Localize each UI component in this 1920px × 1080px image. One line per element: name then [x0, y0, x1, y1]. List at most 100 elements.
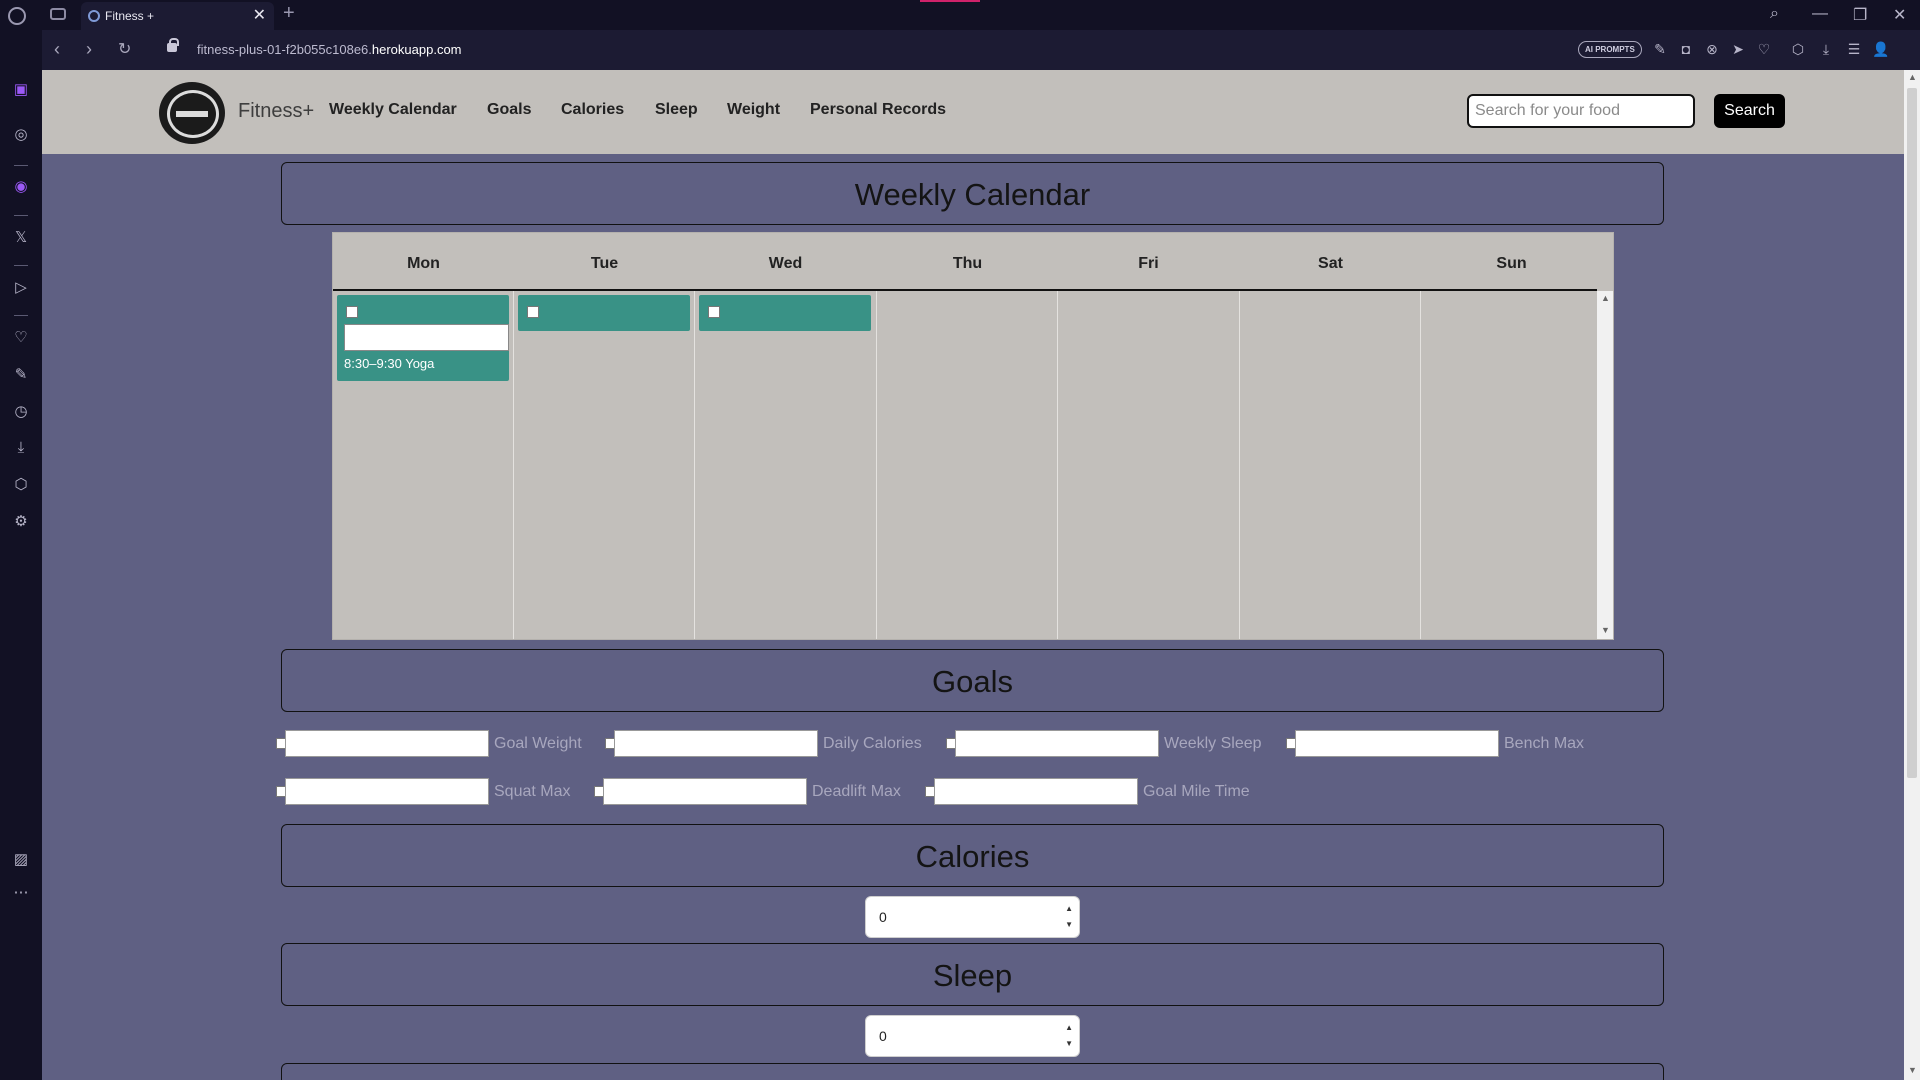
day-column-tue[interactable]	[514, 291, 695, 639]
calendar-scrollbar[interactable]: ▲ ▼	[1597, 291, 1613, 639]
nav-sleep[interactable]: Sleep	[655, 101, 698, 119]
day-column-sun[interactable]	[1421, 291, 1597, 639]
day-header-sun: Sun	[1496, 255, 1527, 272]
nav-goals[interactable]: Goals	[487, 101, 531, 119]
ai-prompts-badge[interactable]: AI PROMPTS	[1578, 41, 1642, 58]
day-header-mon: Mon	[407, 255, 440, 272]
settings-icon[interactable]: ⚙	[11, 512, 31, 532]
fitness-logo-icon[interactable]	[159, 82, 225, 144]
scroll-down-icon[interactable]: ▼	[1601, 625, 1610, 635]
calories-header: Calories	[281, 824, 1664, 887]
event-checkbox[interactable]	[708, 306, 720, 318]
goal-input[interactable]	[285, 730, 489, 757]
calories-value: 0	[879, 909, 887, 925]
goal-label: Goal Weight	[494, 735, 582, 752]
calories-title: Calories	[915, 839, 1030, 874]
goal-input[interactable]	[285, 778, 489, 805]
weekly-calendar-title: Weekly Calendar	[854, 177, 1091, 212]
browser-sidebar: ▣ ◎ ◉ 𝕏 ▷ ♡ ✎ ◷ ⤓ ⬡ ⚙ ▨ ⋯	[0, 30, 42, 1080]
url-prefix: fitness-plus-01-f2b055c108e6.	[197, 42, 372, 57]
tab-close-icon[interactable]: ✕	[253, 2, 266, 30]
restore-icon[interactable]: ❐	[1853, 5, 1867, 25]
send-icon[interactable]: ➤	[1730, 41, 1746, 57]
sleep-header: Sleep	[281, 943, 1664, 1006]
new-tab-button[interactable]: +	[283, 2, 295, 25]
window-close-icon[interactable]: ✕	[1893, 5, 1906, 25]
nav-weekly-calendar[interactable]: Weekly Calendar	[329, 101, 457, 119]
tab-overview-icon[interactable]	[50, 8, 66, 20]
more-icon[interactable]: ⋯	[11, 883, 31, 903]
brand-name[interactable]: Fitness+	[238, 100, 314, 123]
favorites-icon[interactable]: ♡	[11, 328, 31, 348]
event-checkbox[interactable]	[346, 306, 358, 318]
scroll-up-icon[interactable]: ▲	[1908, 72, 1917, 82]
spinner-icon[interactable]: ▲ ▼	[1065, 1020, 1073, 1052]
heart-icon[interactable]: ♡	[1756, 41, 1772, 57]
downloads-icon[interactable]: ⤓	[11, 438, 31, 458]
scroll-up-icon[interactable]: ▲	[1601, 293, 1610, 303]
day-column-sat[interactable]	[1240, 291, 1421, 639]
page-scrollbar[interactable]: ▲ ▼	[1904, 70, 1920, 1080]
goal-input[interactable]	[603, 778, 807, 805]
day-column-wed[interactable]	[695, 291, 877, 639]
cs-icon[interactable]: ◉	[11, 177, 31, 197]
forward-icon[interactable]: ›	[86, 39, 92, 60]
goal-input[interactable]	[614, 730, 818, 757]
goal-label: Bench Max	[1504, 735, 1585, 752]
reload-icon[interactable]: ↻	[118, 39, 131, 59]
block-icon[interactable]: ⊗	[1704, 41, 1720, 57]
download-icon[interactable]: ⤓	[1818, 41, 1834, 57]
goal-label: Daily Calories	[823, 735, 922, 752]
search-button[interactable]: Search	[1714, 94, 1785, 128]
cube-icon[interactable]: ⬡	[1790, 41, 1806, 57]
minimize-icon[interactable]: —	[1812, 5, 1828, 23]
player-icon[interactable]: ▷	[11, 278, 31, 298]
browser-tab-bar: Fitness + ✕ + ⌕ — ❐ ✕	[0, 0, 1920, 30]
day-column-fri[interactable]	[1058, 291, 1240, 639]
goal-input[interactable]	[934, 778, 1138, 805]
nav-personal-records[interactable]: Personal Records	[810, 101, 946, 119]
nav-calories[interactable]: Calories	[561, 101, 624, 119]
lock-icon[interactable]	[167, 38, 179, 52]
nav-weight[interactable]: Weight	[727, 101, 780, 119]
food-search-input[interactable]	[1467, 94, 1695, 128]
goal-input[interactable]	[1295, 730, 1499, 757]
x-icon[interactable]: 𝕏	[11, 228, 31, 248]
sidebar-divider	[14, 265, 28, 266]
event-title-input[interactable]	[344, 324, 509, 351]
scrollbar-thumb[interactable]	[1907, 88, 1917, 778]
day-column-thu[interactable]	[877, 291, 1058, 639]
goal-label: Weekly Sleep	[1164, 735, 1262, 752]
weekly-calendar-header: Weekly Calendar	[281, 162, 1664, 225]
browser-logo-icon[interactable]	[8, 7, 26, 25]
menu-icon[interactable]: ☰	[1846, 41, 1862, 57]
event-mon[interactable]: 8:30–9:30 Yoga	[337, 295, 509, 381]
twitch-icon[interactable]: ▣	[11, 80, 31, 100]
url-field[interactable]: fitness-plus-01-f2b055c108e6.herokuapp.c…	[197, 42, 462, 57]
edit-icon[interactable]: ✎	[1652, 41, 1668, 57]
gallery-icon[interactable]: ▨	[11, 850, 31, 870]
event-tue[interactable]	[518, 295, 690, 331]
profile-icon[interactable]: 👤	[1872, 41, 1889, 57]
event-checkbox[interactable]	[527, 306, 539, 318]
back-icon[interactable]: ‹	[54, 39, 60, 60]
spinner-icon[interactable]: ▲ ▼	[1065, 901, 1073, 933]
camera-icon[interactable]: ◘	[1678, 41, 1694, 57]
weekly-calendar: Mon Tue Wed Thu Fri Sat Sun 8:30–9:30 Yo…	[333, 233, 1613, 639]
tab-title: Fitness +	[105, 9, 155, 23]
sleep-input[interactable]: 0 ▲ ▼	[865, 1015, 1080, 1057]
event-wed[interactable]	[699, 295, 871, 331]
instagram-icon[interactable]: ◎	[11, 125, 31, 145]
day-header-fri: Fri	[1138, 255, 1159, 272]
notes-icon[interactable]: ✎	[11, 365, 31, 385]
favicon-icon	[88, 10, 100, 22]
extensions-icon[interactable]: ⬡	[11, 475, 31, 495]
scroll-down-icon[interactable]: ▼	[1908, 1065, 1917, 1075]
goal-input[interactable]	[955, 730, 1159, 757]
history-icon[interactable]: ◷	[11, 402, 31, 422]
calories-input[interactable]: 0 ▲ ▼	[865, 896, 1080, 938]
search-tabs-icon[interactable]: ⌕	[1770, 5, 1779, 23]
browser-tab[interactable]: Fitness + ✕	[81, 2, 274, 30]
day-header-thu: Thu	[952, 255, 983, 272]
address-bar: ‹ › ↻ fitness-plus-01-f2b055c108e6.herok…	[42, 30, 1920, 70]
